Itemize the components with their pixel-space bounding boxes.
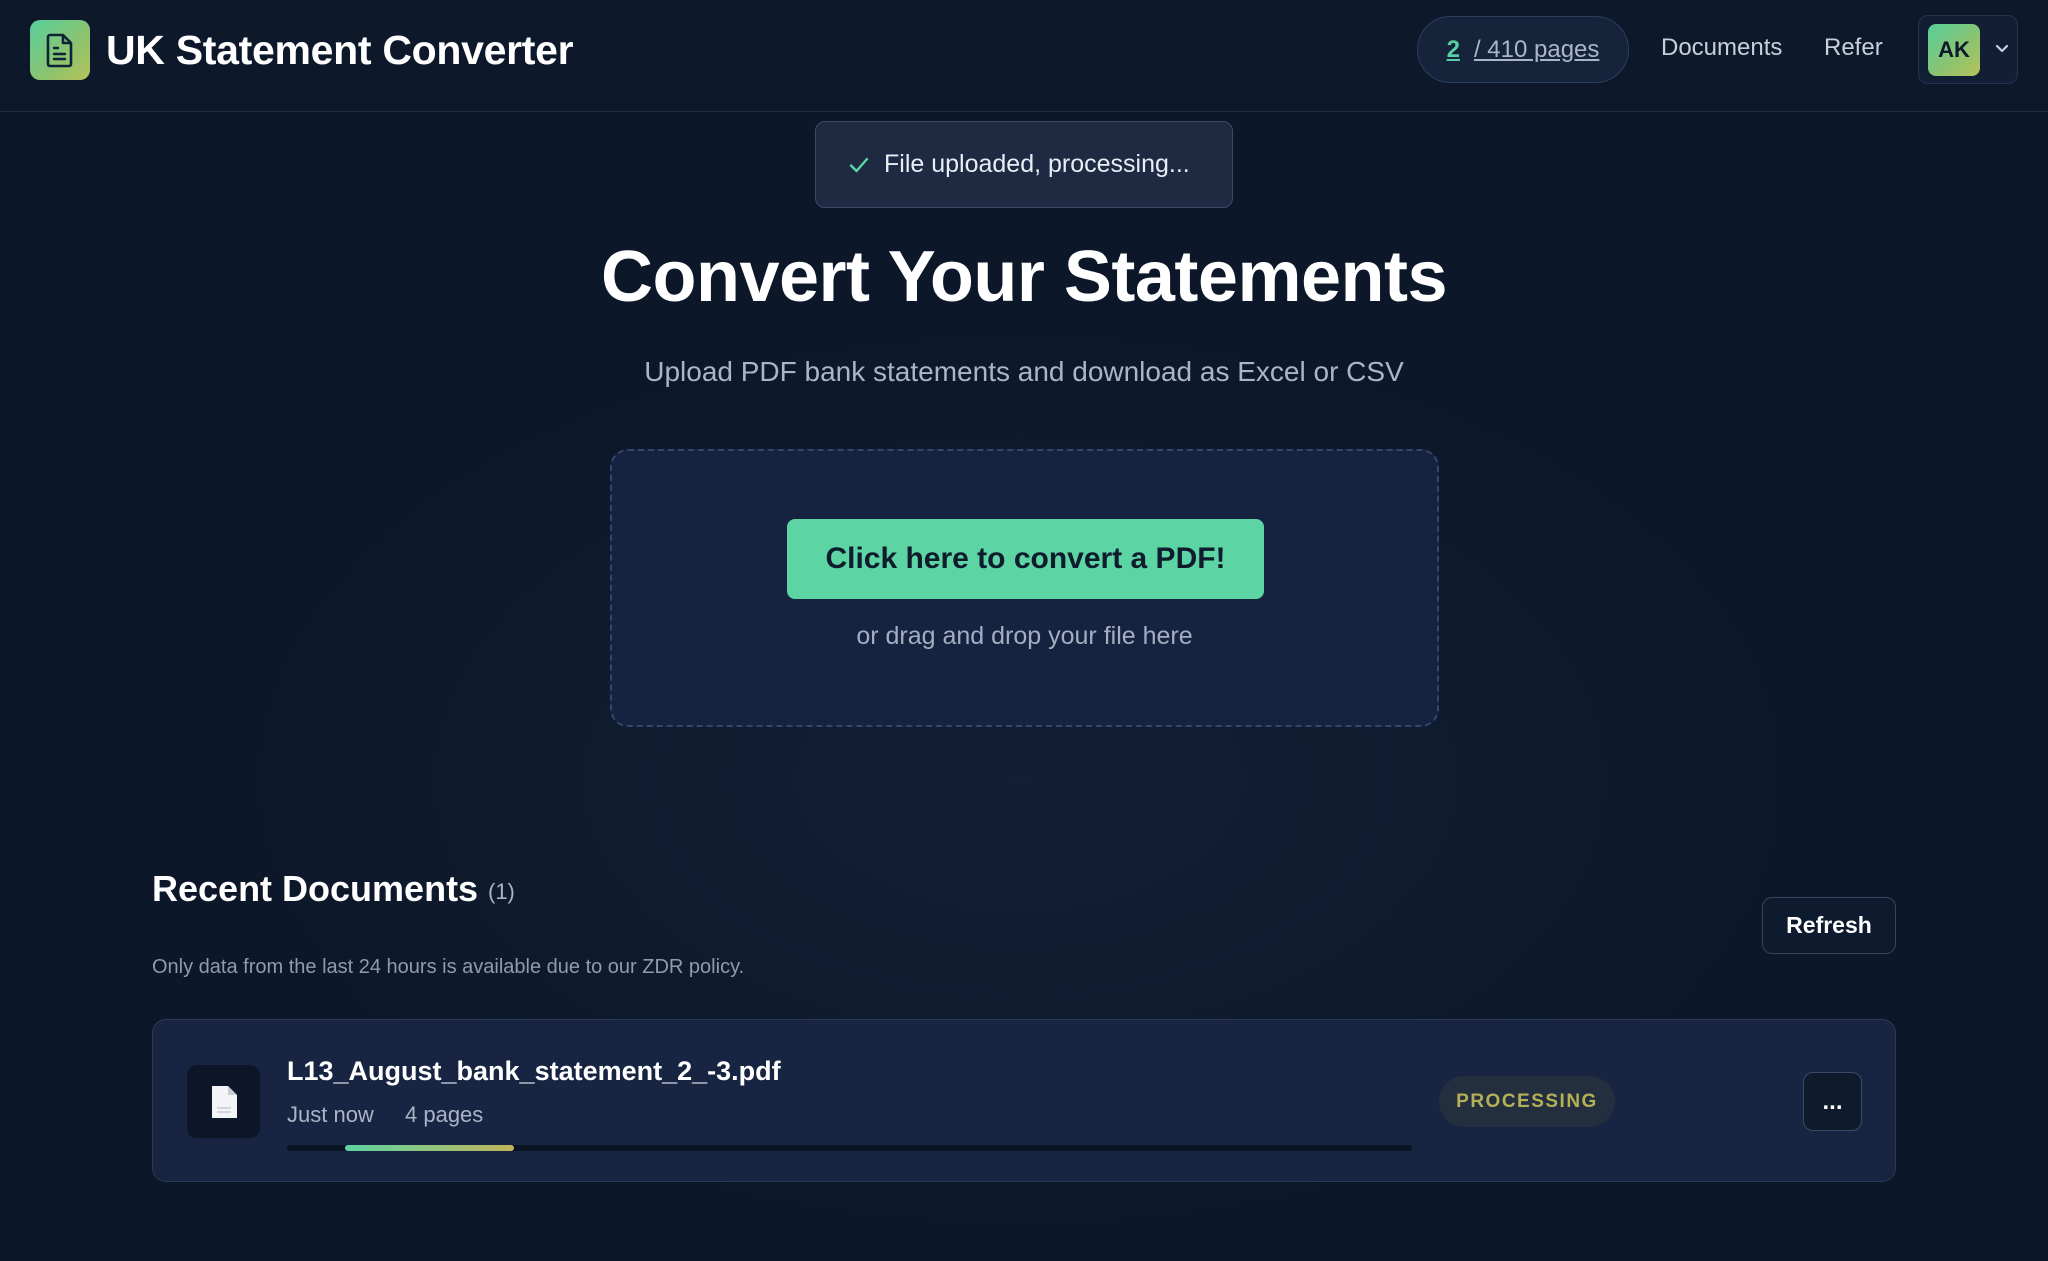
- nav-refer[interactable]: Refer: [1824, 28, 1883, 68]
- user-menu-button[interactable]: AK: [1918, 15, 2018, 84]
- processing-progress-bar: [287, 1145, 1412, 1151]
- document-name[interactable]: L13_August_bank_statement_2_-3.pdf: [287, 1056, 781, 1087]
- upload-dropzone[interactable]: Click here to convert a PDF! or drag and…: [610, 449, 1439, 727]
- pages-total: / 410 pages: [1473, 35, 1600, 63]
- document-pages: 4 pages: [405, 1102, 484, 1127]
- convert-pdf-button[interactable]: Click here to convert a PDF!: [787, 519, 1264, 599]
- more-options-button[interactable]: ...: [1803, 1072, 1862, 1131]
- status-badge: PROCESSING: [1439, 1076, 1615, 1127]
- page-usage-link[interactable]: 2 / 410 pages: [1417, 16, 1629, 83]
- recent-documents-title: Recent Documents: [152, 868, 479, 909]
- zdr-policy-note: Only data from the last 24 hours is avai…: [152, 956, 745, 978]
- list-item[interactable]: L13_August_bank_statement_2_-3.pdf Just …: [152, 1019, 1896, 1182]
- progress-fill: [345, 1145, 514, 1151]
- toast-message: File uploaded, processing...: [884, 150, 1190, 178]
- check-icon: [849, 157, 869, 172]
- top-bar: UK Statement Converter 2 / 410 pages Doc…: [0, 0, 2048, 112]
- chevron-down-icon: [1995, 44, 2009, 53]
- drop-hint: or drag and drop your file here: [856, 622, 1193, 650]
- document-icon[interactable]: [30, 20, 90, 80]
- upload-toast: File uploaded, processing...: [815, 121, 1233, 208]
- pages-used: 2: [1446, 35, 1460, 63]
- app-title[interactable]: UK Statement Converter: [106, 22, 574, 78]
- recent-documents-count: (1): [488, 879, 515, 904]
- document-time: Just now: [287, 1102, 374, 1127]
- file-icon: [187, 1065, 260, 1138]
- nav-documents[interactable]: Documents: [1661, 28, 1782, 68]
- refresh-button[interactable]: Refresh: [1762, 897, 1896, 954]
- avatar: AK: [1928, 24, 1980, 76]
- page-subtitle: Upload PDF bank statements and download …: [644, 356, 1404, 387]
- page-title: Convert Your Statements: [600, 237, 1448, 317]
